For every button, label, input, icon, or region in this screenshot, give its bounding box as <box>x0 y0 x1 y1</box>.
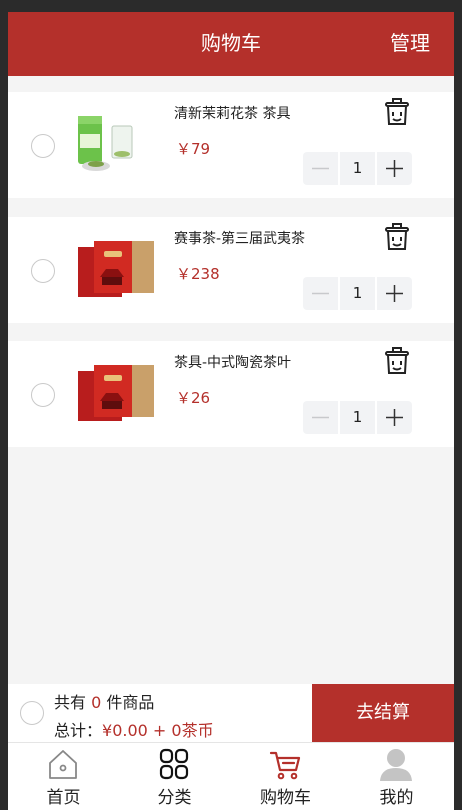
decrease-button[interactable] <box>303 152 338 185</box>
trash-icon[interactable] <box>384 98 410 126</box>
tab-label: 分类 <box>157 788 192 808</box>
item-name: 茶具-中式陶瓷茶叶 <box>174 355 292 371</box>
increase-button[interactable] <box>377 277 412 310</box>
total-prefix: 总计： <box>54 721 103 740</box>
total-text: 总计：¥0.00 + 0茶币 <box>54 717 214 741</box>
item-price: ￥238 <box>176 265 220 283</box>
user-icon <box>380 749 412 781</box>
quantity-input[interactable]: 1 <box>340 401 375 434</box>
item-price: ￥79 <box>176 140 211 158</box>
decrease-button[interactable] <box>303 277 338 310</box>
page-title: 购物车 <box>201 31 261 55</box>
quantity-input[interactable]: 1 <box>340 152 375 185</box>
home-icon <box>49 750 77 779</box>
product-image-gift-box[interactable] <box>74 229 158 313</box>
category-icon <box>159 748 189 780</box>
item-select-radio[interactable] <box>31 383 55 407</box>
minus-icon <box>312 416 329 419</box>
quantity-stepper: 1 <box>303 152 413 185</box>
trash-icon[interactable] <box>384 223 410 251</box>
decrease-button[interactable] <box>303 401 338 434</box>
increase-button[interactable] <box>377 152 412 185</box>
item-select-radio[interactable] <box>31 134 55 158</box>
item-price: ￥26 <box>176 389 211 407</box>
count-prefix: 共有 <box>54 693 87 712</box>
cart-item: 清新茉莉花茶 茶具 ￥79 1 <box>8 92 454 198</box>
plus-icon <box>386 409 403 426</box>
tab-category[interactable]: 分类 <box>119 743 230 810</box>
header-bar: 购物车 管理 <box>8 12 454 76</box>
manage-button[interactable]: 管理 <box>390 12 430 74</box>
tab-label: 我的 <box>379 788 414 808</box>
cart-screen: 购物车 管理 清新茉莉花茶 茶具 ￥79 1 赛事茶-第三届武夷茶 ￥238 1… <box>8 12 454 810</box>
tab-label: 首页 <box>46 788 81 808</box>
plus-icon <box>386 160 403 177</box>
product-image-gift-box[interactable] <box>74 353 158 437</box>
select-all-radio[interactable] <box>20 701 44 725</box>
item-name: 赛事茶-第三届武夷茶 <box>174 231 306 247</box>
cart-icon <box>269 751 301 780</box>
bottom-tab-bar: 首页 分类 购物车 我的 <box>8 742 454 810</box>
plus-icon <box>386 285 403 302</box>
count-suffix: 件商品 <box>106 693 155 712</box>
item-count-value: 0 <box>91 693 102 712</box>
quantity-input[interactable]: 1 <box>340 277 375 310</box>
product-image-green-tea[interactable] <box>74 104 158 188</box>
minus-icon <box>312 167 329 170</box>
checkout-bar: 共有 0 件商品 总计：¥0.00 + 0茶币 去结算 <box>8 684 454 742</box>
tab-cart[interactable]: 购物车 <box>230 743 341 810</box>
quantity-stepper: 1 <box>303 401 413 434</box>
tab-label: 购物车 <box>260 788 311 808</box>
total-value: ¥0.00 + 0茶币 <box>102 721 214 740</box>
tab-profile[interactable]: 我的 <box>341 743 452 810</box>
quantity-stepper: 1 <box>303 277 413 310</box>
cart-item: 茶具-中式陶瓷茶叶 ￥26 1 <box>8 341 454 447</box>
tab-home[interactable]: 首页 <box>8 743 119 810</box>
item-select-radio[interactable] <box>31 259 55 283</box>
trash-icon[interactable] <box>384 347 410 375</box>
checkout-button[interactable]: 去结算 <box>312 684 454 742</box>
item-count-text: 共有 0 件商品 <box>54 689 154 713</box>
minus-icon <box>312 292 329 295</box>
increase-button[interactable] <box>377 401 412 434</box>
item-name: 清新茉莉花茶 茶具 <box>174 106 291 122</box>
cart-item: 赛事茶-第三届武夷茶 ￥238 1 <box>8 217 454 323</box>
